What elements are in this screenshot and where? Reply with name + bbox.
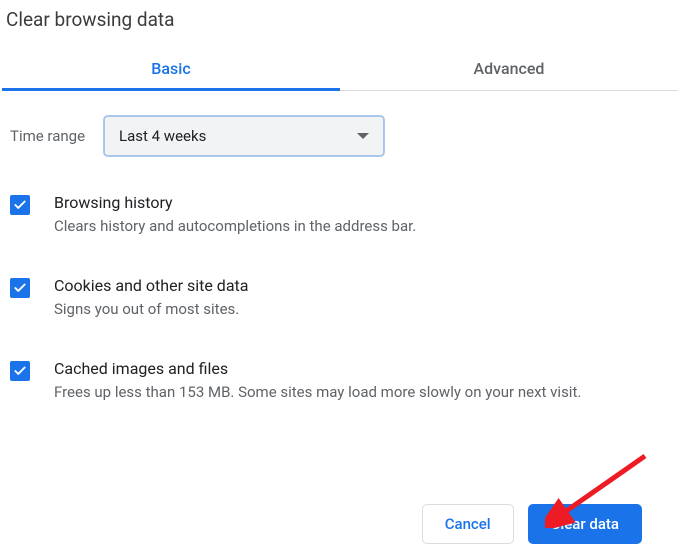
check-icon (13, 198, 27, 212)
option-desc: Signs you out of most sites. (54, 299, 670, 321)
dialog-footer: Cancel Clear data (422, 504, 642, 544)
clear-data-button[interactable]: Clear data (528, 504, 642, 544)
tab-basic[interactable]: Basic (2, 47, 340, 90)
check-icon (13, 364, 27, 378)
option-desc: Frees up less than 153 MB. Some sites ma… (54, 382, 670, 404)
check-icon (13, 281, 27, 295)
option-title: Cookies and other site data (54, 276, 670, 295)
option-cookies: Cookies and other site data Signs you ou… (10, 264, 670, 347)
option-browsing-history: Browsing history Clears history and auto… (10, 181, 670, 264)
time-range-label: Time range (10, 127, 85, 145)
options-list: Browsing history Clears history and auto… (0, 181, 680, 429)
cancel-button[interactable]: Cancel (422, 504, 514, 544)
checkbox-cookies[interactable] (10, 278, 30, 298)
option-cache: Cached images and files Frees up less th… (10, 347, 670, 430)
option-title: Browsing history (54, 193, 670, 212)
time-range-row: Time range Last 4 weeks (0, 91, 680, 181)
option-desc: Clears history and autocompletions in th… (54, 216, 670, 238)
time-range-value: Last 4 weeks (119, 127, 357, 145)
tabs: Basic Advanced (2, 47, 678, 91)
checkbox-cache[interactable] (10, 361, 30, 381)
chevron-down-icon (357, 133, 369, 139)
dialog-title: Clear browsing data (0, 0, 680, 47)
time-range-select[interactable]: Last 4 weeks (103, 115, 385, 157)
checkbox-browsing-history[interactable] (10, 195, 30, 215)
option-title: Cached images and files (54, 359, 670, 378)
tab-advanced[interactable]: Advanced (340, 47, 678, 90)
